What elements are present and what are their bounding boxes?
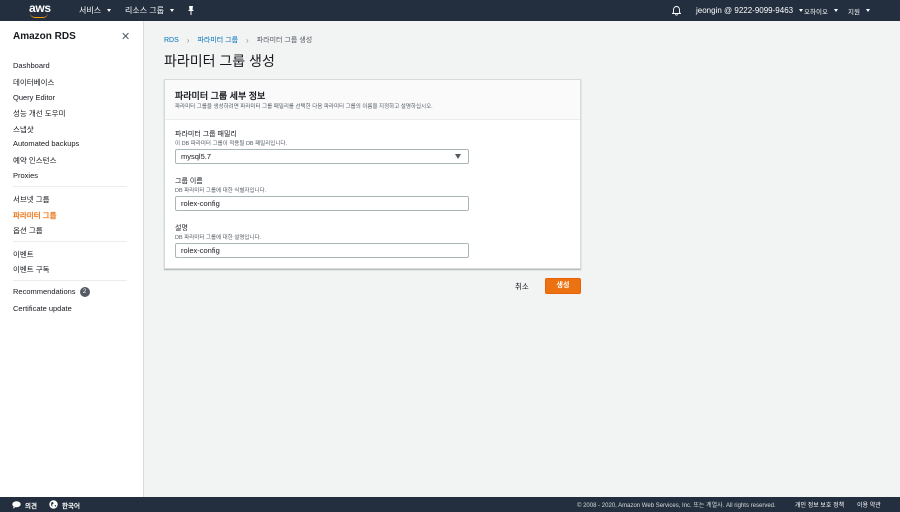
- chevron-down-icon: [107, 9, 112, 12]
- region-label: 오하이오: [804, 8, 828, 16]
- sidebar-divider: [13, 241, 127, 242]
- pin-icon: [188, 6, 194, 15]
- sidebar-item-automated-backups[interactable]: Automated backups: [13, 139, 79, 148]
- support-menu[interactable]: 지원: [848, 0, 870, 21]
- sidebar: Amazon RDS ✕ Dashboard 데이터베이스 Query Edit…: [0, 21, 144, 497]
- bell-icon: [672, 5, 681, 15]
- recommendations-label: Recommendations: [13, 287, 76, 296]
- sidebar-divider: [13, 280, 127, 281]
- top-navigation-bar: aws 서비스 리소스 그룹 jeongin @ 9222-9099-9463 …: [0, 0, 900, 21]
- globe-icon: [49, 500, 58, 509]
- region-menu[interactable]: 오하이오: [804, 0, 838, 21]
- privacy-policy-link[interactable]: 개인 정보 보호 정책: [795, 500, 844, 509]
- breadcrumb-rds-link[interactable]: RDS: [164, 37, 179, 44]
- family-select-value: mysql5.7: [181, 152, 212, 161]
- sidebar-item-recommendations[interactable]: Recommendations 2: [13, 287, 90, 298]
- sidebar-item-event-subscriptions[interactable]: 이벤트 구독: [13, 264, 50, 275]
- sidebar-item-certificate-update[interactable]: Certificate update: [13, 304, 72, 313]
- chevron-down-icon: [799, 9, 804, 12]
- description-input[interactable]: rolex-config: [175, 243, 469, 258]
- language-label: 한국어: [62, 502, 80, 510]
- sidebar-divider: [13, 186, 127, 187]
- aws-smile-icon: [30, 13, 48, 18]
- terms-of-use-link[interactable]: 이용 약관: [857, 500, 881, 509]
- page-title: 파라미터 그룹 생성: [164, 53, 275, 69]
- description-label: 설명: [175, 225, 188, 232]
- group-name-input[interactable]: rolex-config: [175, 196, 469, 211]
- language-selector[interactable]: 한국어: [49, 500, 80, 510]
- chevron-right-icon: ›: [246, 35, 249, 45]
- sidebar-item-events[interactable]: 이벤트: [13, 249, 34, 260]
- chevron-down-icon: [833, 9, 838, 12]
- speech-bubble-icon: [12, 500, 21, 509]
- feedback-label: 의견: [25, 502, 37, 510]
- panel-header: 파라미터 그룹 세부 정보 파라미터 그룹을 생성하려면 파라미터 그룹 패밀리…: [165, 80, 580, 120]
- panel-description: 파라미터 그룹을 생성하려면 파라미터 그룹 패밀리를 선택한 다음 파라미터 …: [175, 104, 433, 110]
- sidebar-item-dashboard[interactable]: Dashboard: [13, 61, 50, 70]
- family-select[interactable]: mysql5.7: [175, 149, 469, 164]
- services-label: 서비스: [79, 6, 102, 15]
- panel-title: 파라미터 그룹 세부 정보: [175, 91, 266, 101]
- account-label: jeongin @ 9222-9099-9463: [696, 6, 794, 15]
- sidebar-item-parameter-groups[interactable]: 파라미터 그룹: [13, 210, 56, 221]
- description-description: DB 파라미터 그룹에 대한 설명입니다.: [175, 235, 262, 241]
- notifications-button[interactable]: [672, 0, 681, 21]
- breadcrumb-current: 파라미터 그룹 생성: [256, 37, 313, 44]
- footer: 의견 한국어 © 2008 - 2020, Amazon Web Service…: [0, 497, 900, 512]
- parameter-group-details-panel: 파라미터 그룹 세부 정보 파라미터 그룹을 생성하려면 파라미터 그룹 패밀리…: [164, 79, 581, 269]
- sidebar-item-query-editor[interactable]: Query Editor: [13, 93, 55, 102]
- sidebar-item-performance-insights[interactable]: 성능 개선 도우미: [13, 108, 65, 119]
- sidebar-item-option-groups[interactable]: 옵션 그룹: [13, 225, 43, 236]
- close-icon[interactable]: ✕: [121, 30, 130, 43]
- sidebar-title: Amazon RDS: [13, 31, 76, 42]
- sidebar-item-proxies[interactable]: Proxies: [13, 171, 38, 180]
- sidebar-item-snapshots[interactable]: 스냅샷: [13, 124, 34, 135]
- create-button[interactable]: 생성: [545, 278, 581, 294]
- chevron-down-icon: [865, 9, 870, 12]
- services-menu[interactable]: 서비스: [79, 0, 112, 21]
- sidebar-item-databases[interactable]: 데이터베이스: [13, 77, 54, 88]
- cancel-button[interactable]: 취소: [507, 280, 537, 294]
- breadcrumb: RDS › 파라미터 그룹 › 파라미터 그룹 생성: [164, 35, 312, 45]
- sidebar-item-subnet-groups[interactable]: 서브넷 그룹: [13, 194, 50, 205]
- pin-button[interactable]: [187, 0, 195, 21]
- resource-groups-label: 리소스 그룹: [125, 6, 165, 15]
- recommendations-count-badge: 2: [79, 287, 90, 298]
- group-name-description: DB 파라미터 그룹에 대한 식별자입니다.: [175, 188, 267, 194]
- resource-groups-menu[interactable]: 리소스 그룹: [125, 0, 175, 21]
- chevron-right-icon: ›: [186, 35, 190, 45]
- family-description: 이 DB 파라미터 그룹이 적용될 DB 패밀리입니다.: [175, 141, 287, 147]
- caret-down-icon: [455, 154, 461, 159]
- group-name-label: 그룹 이름: [175, 178, 203, 185]
- support-label: 지원: [848, 8, 860, 16]
- aws-logo[interactable]: aws: [0, 0, 60, 21]
- feedback-button[interactable]: 의견: [12, 500, 37, 510]
- copyright-text: © 2008 - 2020, Amazon Web Services, Inc.…: [577, 503, 776, 509]
- family-label: 파라미터 그룹 패밀리: [175, 131, 237, 138]
- account-menu[interactable]: jeongin @ 9222-9099-9463: [696, 0, 804, 21]
- chevron-down-icon: [170, 9, 175, 12]
- sidebar-item-reserved-instances[interactable]: 예약 인스턴스: [13, 155, 56, 166]
- breadcrumb-parameter-groups-link[interactable]: 파라미터 그룹: [197, 35, 238, 45]
